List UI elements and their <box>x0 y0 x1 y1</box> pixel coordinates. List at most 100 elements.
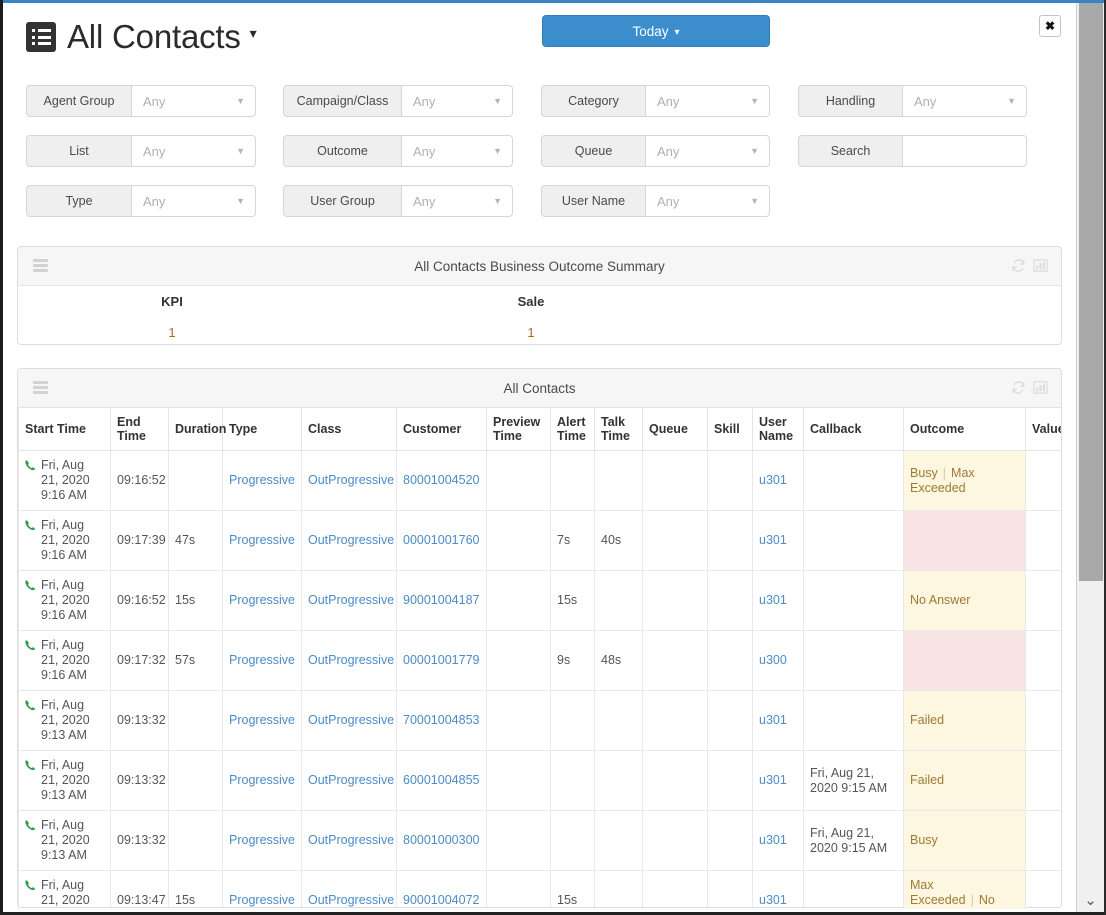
cell-type[interactable]: Progressive <box>223 811 302 871</box>
filter-select[interactable]: Any▼ <box>645 185 770 217</box>
cell-type[interactable]: Progressive <box>223 451 302 511</box>
cell-skill[interactable] <box>708 691 753 751</box>
filter-select[interactable]: Any▼ <box>645 135 770 167</box>
refresh-icon[interactable] <box>1011 258 1026 273</box>
cell-outcome[interactable] <box>904 511 1026 571</box>
hamburger-icon[interactable] <box>33 381 48 394</box>
cell-skill[interactable] <box>708 871 753 910</box>
cell-outcome[interactable]: Max Exceeded|No Answer <box>904 871 1026 910</box>
outcome-tag[interactable]: No Answer <box>910 593 970 607</box>
bar-chart-icon[interactable] <box>1033 380 1048 395</box>
cell-class[interactable]: OutProgressive <box>302 571 397 631</box>
column-header-end-time[interactable]: End Time <box>111 408 169 451</box>
column-header-callback[interactable]: Callback <box>804 408 904 451</box>
table-row[interactable]: Fri, Aug 21, 2020 9:13 AM09:13:32Progres… <box>19 751 1062 811</box>
cell-queue[interactable] <box>643 631 708 691</box>
filter-select[interactable]: Any▼ <box>645 85 770 117</box>
column-header-talk-time[interactable]: Talk Time <box>595 408 643 451</box>
cell-queue[interactable] <box>643 451 708 511</box>
filter-select[interactable]: Any▼ <box>401 135 513 167</box>
filter-input[interactable] <box>902 135 1027 167</box>
table-row[interactable]: Fri, Aug 21, 2020 9:13 AM09:13:32Progres… <box>19 811 1062 871</box>
cell-start-time[interactable]: Fri, Aug 21, 2020 9:13 AM <box>19 871 111 910</box>
filter-select[interactable]: Any▼ <box>131 185 256 217</box>
table-row[interactable]: Fri, Aug 21, 2020 9:13 AM09:13:32Progres… <box>19 691 1062 751</box>
hamburger-icon[interactable] <box>33 259 48 272</box>
filter-outcome[interactable]: OutcomeAny▼ <box>283 135 513 167</box>
cell-outcome[interactable]: Busy <box>904 811 1026 871</box>
cell-customer[interactable]: 80001000300 <box>397 811 487 871</box>
cell-user-name[interactable]: u301 <box>753 751 804 811</box>
filter-select[interactable]: Any▼ <box>131 135 256 167</box>
cell-user-name[interactable]: u301 <box>753 571 804 631</box>
cell-customer[interactable]: 70001004853 <box>397 691 487 751</box>
refresh-icon[interactable] <box>1011 380 1026 395</box>
filter-search[interactable]: Search <box>798 135 1027 167</box>
cell-start-time[interactable]: Fri, Aug 21, 2020 9:16 AM <box>19 511 111 571</box>
outcome-tag[interactable]: Max Exceeded <box>910 878 966 907</box>
filter-queue[interactable]: QueueAny▼ <box>541 135 770 167</box>
cell-skill[interactable] <box>708 511 753 571</box>
cell-outcome[interactable]: Failed <box>904 751 1026 811</box>
close-button[interactable]: ✖ <box>1039 15 1061 37</box>
cell-class[interactable]: OutProgressive <box>302 691 397 751</box>
column-header-preview-time[interactable]: Preview Time <box>487 408 551 451</box>
cell-skill[interactable] <box>708 451 753 511</box>
cell-class[interactable]: OutProgressive <box>302 751 397 811</box>
filter-user-group[interactable]: User GroupAny▼ <box>283 185 513 217</box>
cell-queue[interactable] <box>643 751 708 811</box>
outcome-tag[interactable]: Failed <box>910 773 944 787</box>
column-header-start-time[interactable]: Start Time <box>19 408 111 451</box>
filter-select[interactable]: Any▼ <box>401 85 513 117</box>
date-range-button[interactable]: Today ▾ <box>542 15 770 47</box>
cell-skill[interactable] <box>708 571 753 631</box>
column-header-customer[interactable]: Customer <box>397 408 487 451</box>
cell-customer[interactable]: 90001004187 <box>397 571 487 631</box>
table-row[interactable]: Fri, Aug 21, 2020 9:13 AM09:13:4715sProg… <box>19 871 1062 910</box>
filter-campaign-class[interactable]: Campaign/ClassAny▼ <box>283 85 513 117</box>
cell-skill[interactable] <box>708 751 753 811</box>
cell-type[interactable]: Progressive <box>223 691 302 751</box>
filter-user-name[interactable]: User NameAny▼ <box>541 185 770 217</box>
cell-queue[interactable] <box>643 691 708 751</box>
cell-queue[interactable] <box>643 511 708 571</box>
cell-customer[interactable]: 80001004520 <box>397 451 487 511</box>
outcome-tag[interactable]: Busy <box>910 466 938 480</box>
cell-skill[interactable] <box>708 811 753 871</box>
table-row[interactable]: Fri, Aug 21, 2020 9:16 AM09:16:5215sProg… <box>19 571 1062 631</box>
column-header-queue[interactable]: Queue <box>643 408 708 451</box>
filter-handling[interactable]: HandlingAny▼ <box>798 85 1027 117</box>
cell-user-name[interactable]: u300 <box>753 631 804 691</box>
cell-start-time[interactable]: Fri, Aug 21, 2020 9:13 AM <box>19 691 111 751</box>
bar-chart-icon[interactable] <box>1033 258 1048 273</box>
page-title-group[interactable]: All Contacts ▾ <box>26 20 257 54</box>
cell-customer[interactable]: 90001004072 <box>397 871 487 910</box>
cell-start-time[interactable]: Fri, Aug 21, 2020 9:13 AM <box>19 751 111 811</box>
column-header-value[interactable]: Value <box>1026 408 1062 451</box>
cell-start-time[interactable]: Fri, Aug 21, 2020 9:13 AM <box>19 811 111 871</box>
cell-user-name[interactable]: u301 <box>753 811 804 871</box>
cell-outcome[interactable] <box>904 631 1026 691</box>
scrollbar-thumb[interactable] <box>1079 3 1103 581</box>
cell-class[interactable]: OutProgressive <box>302 451 397 511</box>
cell-type[interactable]: Progressive <box>223 871 302 910</box>
cell-queue[interactable] <box>643 871 708 910</box>
table-row[interactable]: Fri, Aug 21, 2020 9:16 AM09:16:52Progres… <box>19 451 1062 511</box>
outcome-tag[interactable]: Failed <box>910 713 944 727</box>
column-header-user-name[interactable]: User Name <box>753 408 804 451</box>
cell-queue[interactable] <box>643 571 708 631</box>
cell-user-name[interactable]: u301 <box>753 871 804 910</box>
column-header-duration[interactable]: Duration <box>169 408 223 451</box>
filter-select[interactable]: Any▼ <box>902 85 1027 117</box>
filter-list[interactable]: ListAny▼ <box>26 135 256 167</box>
column-header-skill[interactable]: Skill <box>708 408 753 451</box>
cell-type[interactable]: Progressive <box>223 751 302 811</box>
cell-class[interactable]: OutProgressive <box>302 871 397 910</box>
cell-customer[interactable]: 00001001760 <box>397 511 487 571</box>
table-row[interactable]: Fri, Aug 21, 2020 9:16 AM09:17:3947sProg… <box>19 511 1062 571</box>
cell-outcome[interactable]: No Answer <box>904 571 1026 631</box>
cell-customer[interactable]: 60001004855 <box>397 751 487 811</box>
cell-queue[interactable] <box>643 811 708 871</box>
title-dropdown-caret-icon[interactable]: ▾ <box>250 25 257 42</box>
filter-select[interactable]: Any▼ <box>401 185 513 217</box>
